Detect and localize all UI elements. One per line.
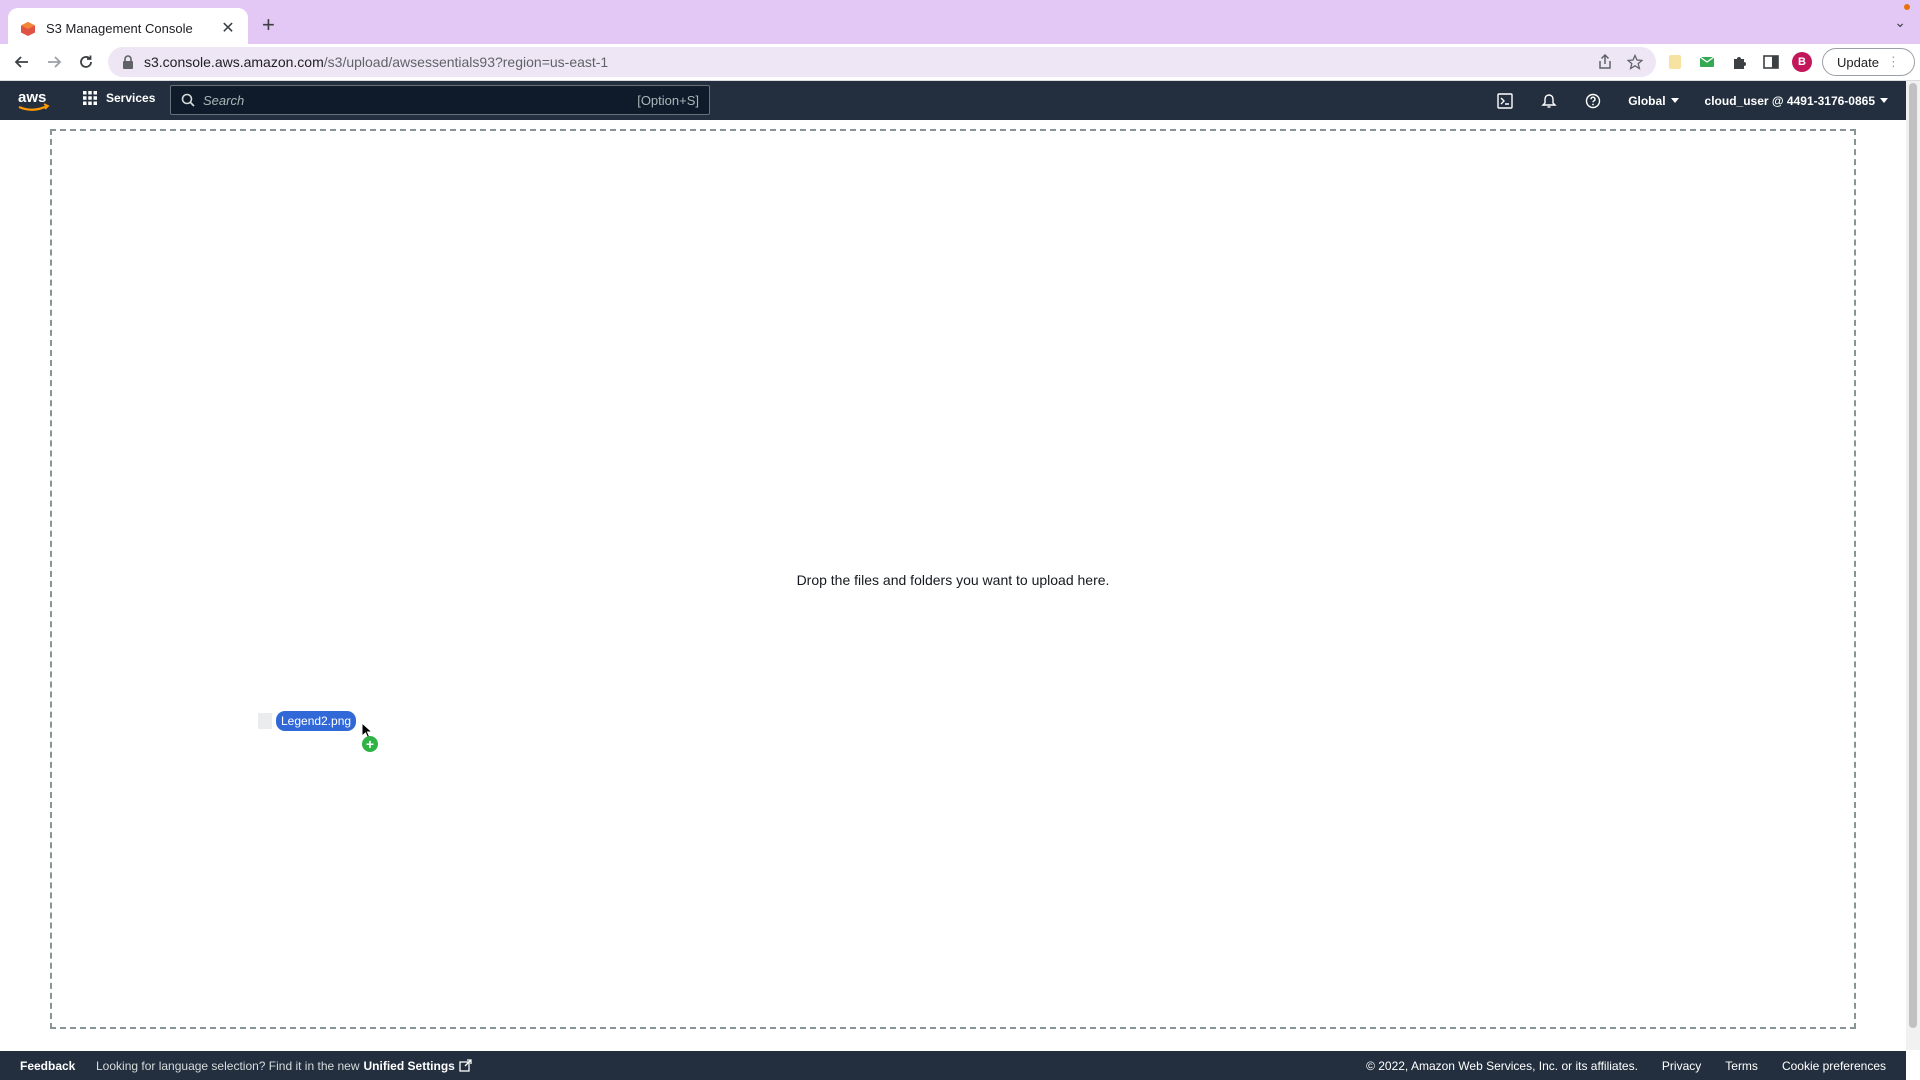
- bookmark-star-icon[interactable]: [1624, 51, 1646, 73]
- page-scrollbar[interactable]: [1906, 81, 1920, 1050]
- more-menu-icon[interactable]: ⋮: [1887, 54, 1900, 70]
- cookie-preferences-link[interactable]: Cookie preferences: [1782, 1059, 1886, 1073]
- browser-tab-strip: S3 Management Console ✕ + ⌄: [0, 0, 1920, 49]
- url-host: s3.console.aws.amazon.com: [144, 54, 324, 70]
- account-label: cloud_user @ 4491-3176-0865: [1704, 93, 1875, 108]
- language-settings-message: Looking for language selection? Find it …: [96, 1059, 472, 1073]
- tab-search-chevron-icon[interactable]: ⌄: [1894, 14, 1906, 31]
- aws-logo-text: aws: [18, 89, 46, 106]
- dragged-file-preview: Legend2.png: [258, 710, 357, 732]
- feedback-link[interactable]: Feedback: [20, 1059, 75, 1073]
- url-path: /s3/upload/awsessentials93?region=us-eas…: [323, 54, 609, 70]
- footer-links: © 2022, Amazon Web Services, Inc. or its…: [1366, 1059, 1886, 1073]
- language-prompt-text: Looking for language selection? Find it …: [96, 1058, 360, 1073]
- account-menu[interactable]: cloud_user @ 4491-3176-0865: [1705, 94, 1888, 108]
- cloudshell-icon[interactable]: [1496, 92, 1514, 110]
- privacy-link[interactable]: Privacy: [1662, 1059, 1701, 1073]
- tab-close-icon[interactable]: ✕: [218, 20, 238, 37]
- services-label: Services: [106, 91, 156, 105]
- region-caret-icon: [1670, 98, 1679, 103]
- nav-right-group: Global cloud_user @ 4491-3176-0865: [1496, 81, 1888, 120]
- url-text: s3.console.aws.amazon.com/s3/upload/awse…: [144, 54, 1586, 70]
- copy-plus-icon: +: [362, 736, 378, 752]
- services-menu-button[interactable]: Services: [82, 90, 155, 106]
- aws-logo[interactable]: aws: [16, 87, 52, 115]
- copyright-text: © 2022, Amazon Web Services, Inc. or its…: [1366, 1058, 1638, 1073]
- reload-icon[interactable]: [72, 44, 100, 80]
- terms-link[interactable]: Terms: [1725, 1059, 1758, 1073]
- region-selector[interactable]: Global: [1628, 93, 1679, 108]
- back-icon[interactable]: [8, 44, 36, 80]
- console-search-input[interactable]: Search [Option+S]: [170, 85, 710, 115]
- address-bar[interactable]: s3.console.aws.amazon.com/s3/upload/awse…: [108, 47, 1656, 77]
- tab-title: S3 Management Console: [46, 21, 193, 36]
- new-tab-icon[interactable]: +: [262, 14, 275, 36]
- help-icon[interactable]: [1584, 92, 1602, 110]
- notifications-bell-icon[interactable]: [1540, 92, 1558, 110]
- mail-extension-icon[interactable]: [1696, 51, 1718, 73]
- account-caret-icon: [1880, 98, 1888, 103]
- profile-avatar[interactable]: B: [1792, 52, 1812, 72]
- console-footer: Feedback Looking for language selection?…: [0, 1051, 1906, 1080]
- extensions-puzzle-icon[interactable]: [1728, 51, 1750, 73]
- note-extension-icon[interactable]: [1664, 51, 1686, 73]
- s3-favicon-icon: [21, 21, 35, 36]
- forward-icon[interactable]: [40, 44, 68, 80]
- region-label: Global: [1628, 93, 1666, 108]
- external-link-icon: [459, 1059, 472, 1072]
- update-button[interactable]: Update ⋮: [1822, 48, 1915, 76]
- update-label: Update: [1837, 54, 1879, 70]
- extensions-area: B Update ⋮: [1664, 48, 1915, 76]
- unified-settings-link[interactable]: Unified Settings: [364, 1059, 455, 1073]
- update-indicator-icon: [1904, 4, 1910, 10]
- search-shortcut-hint: [Option+S]: [637, 92, 699, 108]
- search-icon: [181, 93, 195, 107]
- drop-instructions: Drop the files and folders you want to u…: [796, 572, 1110, 588]
- dragged-file-name: Legend2.png: [276, 711, 357, 731]
- search-placeholder: Search: [203, 92, 245, 108]
- services-grid-icon: [83, 91, 97, 105]
- side-panel-icon[interactable]: [1760, 51, 1782, 73]
- lock-icon: [123, 55, 133, 69]
- browser-toolbar: s3.console.aws.amazon.com/s3/upload/awse…: [0, 44, 1920, 81]
- file-icon: [258, 713, 272, 729]
- share-icon[interactable]: [1594, 51, 1616, 73]
- browser-tab[interactable]: S3 Management Console ✕: [8, 8, 248, 49]
- scrollbar-thumb[interactable]: [1909, 83, 1917, 1028]
- aws-console-nav: aws Services Search [Option+S] Global cl…: [0, 81, 1906, 120]
- upload-drop-zone[interactable]: Drop the files and folders you want to u…: [50, 129, 1856, 1029]
